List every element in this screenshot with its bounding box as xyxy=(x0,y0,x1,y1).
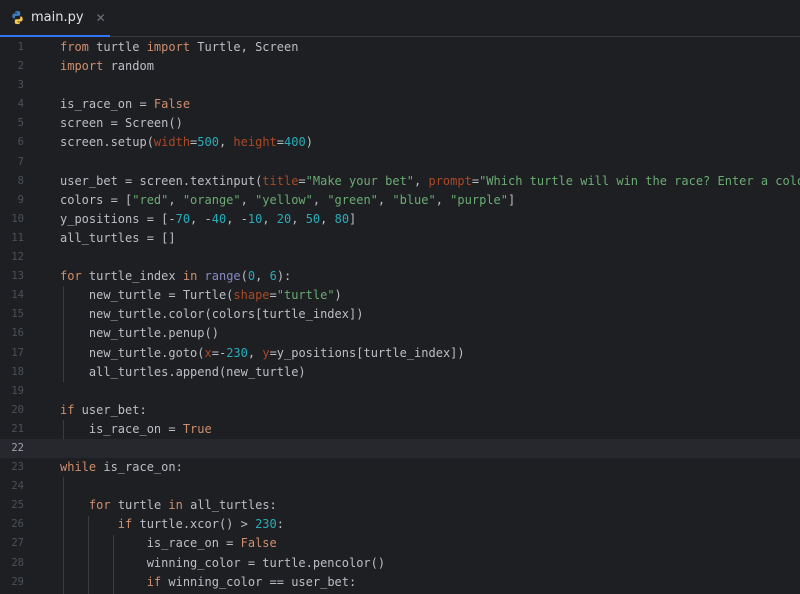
line-number: 26 xyxy=(11,518,24,531)
code-line[interactable]: 21 is_race_on = True xyxy=(0,420,800,439)
code-text: new_turtle.goto(x=-230, y=y_positions[tu… xyxy=(60,345,465,360)
code-line[interactable]: 28 winning_color = turtle.pencolor() xyxy=(0,554,800,573)
code-line[interactable]: 10 y_positions = [-70, -40, -10, 20, 50, … xyxy=(0,210,800,229)
close-icon[interactable]: ✕ xyxy=(96,11,106,25)
code-text: if winning_color == user_bet: xyxy=(146,574,357,589)
code-text: from turtle import Turtle, Screen xyxy=(60,40,299,54)
code-line[interactable]: 3 xyxy=(0,76,800,95)
code-text: colors = ["red", "orange", "yellow", "gr… xyxy=(60,192,516,207)
python-icon xyxy=(12,10,23,25)
line-number: 13 xyxy=(11,270,24,283)
code-editor-window: main.py ✕ 1 from turtle import Turtle, Sc… xyxy=(0,0,800,594)
line-number: 9 xyxy=(17,193,24,206)
code-line[interactable]: 16 new_turtle.penup() xyxy=(0,324,800,343)
line-number: 8 xyxy=(17,174,24,187)
indent-guide xyxy=(63,286,64,382)
line-number: 4 xyxy=(17,98,24,111)
code-line[interactable]: 1 from turtle import Turtle, Screen xyxy=(0,38,800,57)
line-number: 23 xyxy=(11,461,24,474)
line-number: 29 xyxy=(11,575,24,588)
code-line[interactable]: 18 all_turtles.append(new_turtle) xyxy=(0,363,800,382)
code-line[interactable]: 4 is_race_on = False xyxy=(0,95,800,114)
tab-filename: main.py xyxy=(31,10,84,25)
code-text: new_turtle = Turtle(shape="turtle") xyxy=(60,288,342,303)
line-number: 10 xyxy=(11,212,24,225)
code-line[interactable]: 29 if winning_color == user_bet: xyxy=(0,573,800,592)
code-line[interactable]: 23 while is_race_on: xyxy=(0,458,800,477)
code-line[interactable]: 14 new_turtle = Turtle(shape="turtle") xyxy=(0,286,800,305)
code-text: user_bet = screen.textinput(title="Make … xyxy=(60,173,800,188)
code-line[interactable]: 6 screen.setup(width=500, height=400) xyxy=(0,133,800,152)
code-text: for turtle in all_turtles: xyxy=(88,498,277,513)
code-text: winning_color = turtle.pencolor() xyxy=(60,555,386,570)
indent-guide xyxy=(63,477,64,594)
code-text: new_turtle.color(colors[turtle_index]) xyxy=(60,307,364,322)
line-number: 28 xyxy=(11,556,24,569)
code-line[interactable]: 8 user_bet = screen.textinput(title="Make… xyxy=(0,172,800,191)
line-number: 20 xyxy=(11,403,24,416)
code-text: new_turtle.penup() xyxy=(60,326,219,341)
code-line[interactable]: 13 for turtle_index in range(0, 6): xyxy=(0,267,800,286)
line-number: 14 xyxy=(11,289,24,302)
line-number: 7 xyxy=(17,155,24,168)
code-line[interactable]: 19 xyxy=(0,382,800,401)
code-line[interactable]: 27 is_race_on = False xyxy=(0,534,800,553)
code-text: if turtle.xcor() > 230: xyxy=(117,517,284,532)
editor-tab-bar: main.py ✕ xyxy=(0,0,800,37)
code-text: is_race_on = False xyxy=(60,97,191,112)
line-number: 15 xyxy=(11,308,24,321)
line-number: 16 xyxy=(11,327,24,340)
code-line[interactable]: 5 screen = Screen() xyxy=(0,114,800,133)
code-text: if user_bet: xyxy=(60,402,147,417)
line-number: 18 xyxy=(11,365,24,378)
indent-guide xyxy=(63,420,64,440)
code-editor[interactable]: 1 from turtle import Turtle, Screen 2 impor… xyxy=(0,38,800,594)
code-text: y_positions = [-70, -40, -10, 20, 50, 80… xyxy=(60,211,357,226)
code-line[interactable]: 15 new_turtle.color(colors[turtle_index]… xyxy=(0,305,800,324)
line-number: 17 xyxy=(11,346,24,359)
code-text: screen.setup(width=500, height=400) xyxy=(60,135,313,150)
indent-guide xyxy=(88,515,89,594)
code-text: is_race_on = True xyxy=(60,421,212,436)
line-number: 19 xyxy=(11,384,24,397)
code-line[interactable]: 2 import random xyxy=(0,57,800,76)
code-text: screen = Screen() xyxy=(60,116,183,131)
code-text: all_turtles.append(new_turtle) xyxy=(60,364,306,379)
line-number: 1 xyxy=(17,41,24,53)
code-text: is_race_on = False xyxy=(60,536,277,551)
indent-guide xyxy=(113,534,114,594)
code-line[interactable]: 25 for turtle in all_turtles: xyxy=(0,496,800,515)
line-number: 27 xyxy=(11,537,24,550)
code-line[interactable]: 22 xyxy=(0,438,800,459)
code-text: import random xyxy=(60,59,154,74)
code-text: for turtle_index in range(0, 6): xyxy=(60,269,292,284)
line-number: 3 xyxy=(17,79,24,92)
line-number: 2 xyxy=(17,60,24,73)
code-line[interactable]: 12 xyxy=(0,248,800,267)
code-text: while is_race_on: xyxy=(60,460,183,475)
code-line[interactable]: 17 new_turtle.goto(x=-230, y=y_positions… xyxy=(0,344,800,363)
code-line[interactable]: 24 xyxy=(0,477,800,496)
code-line[interactable]: 9 colors = ["red", "orange", "yellow", "g… xyxy=(0,191,800,210)
line-number: 12 xyxy=(11,251,24,264)
line-number: 11 xyxy=(11,231,24,244)
line-number: 21 xyxy=(11,422,24,435)
code-text: all_turtles = [] xyxy=(60,230,176,245)
line-number: 6 xyxy=(17,136,24,149)
line-number: 25 xyxy=(11,499,24,512)
code-line[interactable]: 7 xyxy=(0,153,800,172)
line-number: 5 xyxy=(17,117,24,130)
line-number: 22 xyxy=(11,441,24,454)
code-line[interactable]: 26 if turtle.xcor() > 230: xyxy=(0,515,800,534)
code-line[interactable]: 11 all_turtles = [] xyxy=(0,229,800,248)
tab-main-py[interactable]: main.py ✕ xyxy=(0,0,110,37)
line-number: 24 xyxy=(11,480,24,493)
code-line[interactable]: 20 if user_bet: xyxy=(0,401,800,420)
